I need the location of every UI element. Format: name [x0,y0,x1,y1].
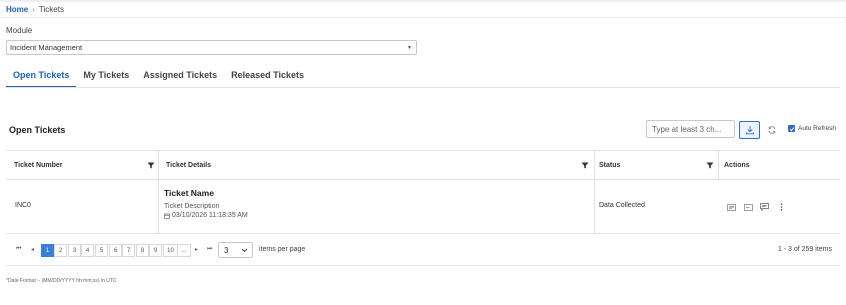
module-select[interactable]: Incident Management ▼ [6,40,417,55]
filter-icon[interactable] [147,162,155,169]
auto-refresh-toggle[interactable]: Auto Refresh [788,125,836,132]
auto-refresh-label: Auto Refresh [798,125,836,132]
caret-down-icon: ▼ [407,45,412,51]
page-button-6[interactable]: 6 [109,244,122,257]
refresh-icon [768,126,776,134]
page-button-3[interactable]: 3 [68,244,81,257]
breadcrumb-current: Tickets [38,4,64,14]
ticket-details: Ticket Name Ticket Description 03/10/202… [158,180,594,233]
page-button-4[interactable]: 4 [81,244,94,257]
tab-my-tickets[interactable]: My Tickets [76,68,136,88]
search-input[interactable]: Type at least 3 ch... [646,120,735,138]
ticket-status: Data Collected [599,202,645,209]
breadcrumb: Home › Tickets [6,4,64,14]
calendar-icon [164,213,170,219]
next-page-icon[interactable]: ▸ [195,246,198,253]
page-button-5[interactable]: 5 [95,244,108,257]
filter-icon[interactable] [581,162,589,169]
ticket-card-icon[interactable] [744,203,753,211]
column-label: Ticket Details [166,162,212,169]
pagination-range: 1 - 3 of 259 items [777,246,832,253]
page-button-8[interactable]: 8 [136,244,149,257]
ticket-description: Ticket Description [164,203,220,210]
pagination: ⏮ ◂ 1 2 3 4 5 6 7 8 9 10 ... ▸ ⏭ 3 items… [6,241,840,261]
filter-icon[interactable] [706,162,714,169]
page-button-more[interactable]: ... [177,244,191,257]
previous-page-icon[interactable]: ◂ [31,246,34,253]
ticket-date-value: 03/10/2026 11:18:35 AM [172,212,248,219]
ticket-tabs: Open Tickets My Tickets Assigned Tickets… [6,68,311,88]
page-button-10[interactable]: 10 [163,244,178,257]
checkmark-icon [789,126,794,131]
tab-assigned-tickets[interactable]: Assigned Tickets [136,68,224,88]
module-select-value: Incident Management [10,43,83,52]
column-label: Actions [724,162,750,169]
section-title: Open Tickets [9,125,66,135]
ticket-name[interactable]: Ticket Name [164,188,214,198]
table-row[interactable]: INC0 Ticket Name Ticket Description 03/1… [6,180,840,234]
page-button-2[interactable]: 2 [54,244,67,257]
column-header-ticket-details[interactable]: Ticket Details [158,151,594,180]
page-button-7[interactable]: 7 [122,244,135,257]
page-button-9[interactable]: 9 [149,244,162,257]
view-details-icon[interactable] [727,203,736,211]
breadcrumb-home-link[interactable]: Home [6,5,28,14]
tab-released-tickets[interactable]: Released Tickets [224,68,311,88]
ticket-number[interactable]: INC0 [15,202,31,209]
last-page-icon[interactable]: ⏭ [207,246,212,253]
download-icon [745,126,754,135]
column-label: Status [599,162,621,169]
column-header-actions: Actions [716,151,840,180]
column-label: Ticket Number [14,162,63,169]
date-format-note: *Date Format :- (MM/DD/YYYY hh:mm:ss) in… [6,278,117,284]
ticket-date: 03/10/2026 11:18:35 AM [164,212,248,219]
top-shadow [0,0,846,3]
items-per-page-label: items per page [259,246,306,253]
more-options-icon[interactable] [777,203,786,211]
search-placeholder: Type at least 3 ch... [652,124,722,134]
auto-refresh-checkbox[interactable] [788,125,795,132]
divider [6,265,840,266]
module-label: Module [6,26,33,35]
chevron-right-icon: › [32,4,35,14]
divider [0,17,846,18]
column-separator [594,180,595,233]
column-header-status[interactable]: Status [591,151,718,180]
first-page-icon[interactable]: ⏮ [16,246,21,253]
tab-open-tickets[interactable]: Open Tickets [6,68,77,88]
download-button[interactable] [739,121,760,139]
items-per-page-value: 3 [224,245,229,255]
refresh-button[interactable] [766,124,778,136]
column-header-ticket-number[interactable]: Ticket Number [6,151,158,180]
comment-icon[interactable] [760,203,769,211]
tabs-divider [6,87,840,88]
grid-header: Ticket Number Ticket Details Status Acti… [6,150,840,180]
items-per-page-select[interactable]: 3 [218,242,253,258]
page-button-1[interactable]: 1 [41,244,54,257]
chevron-down-icon [241,248,248,253]
